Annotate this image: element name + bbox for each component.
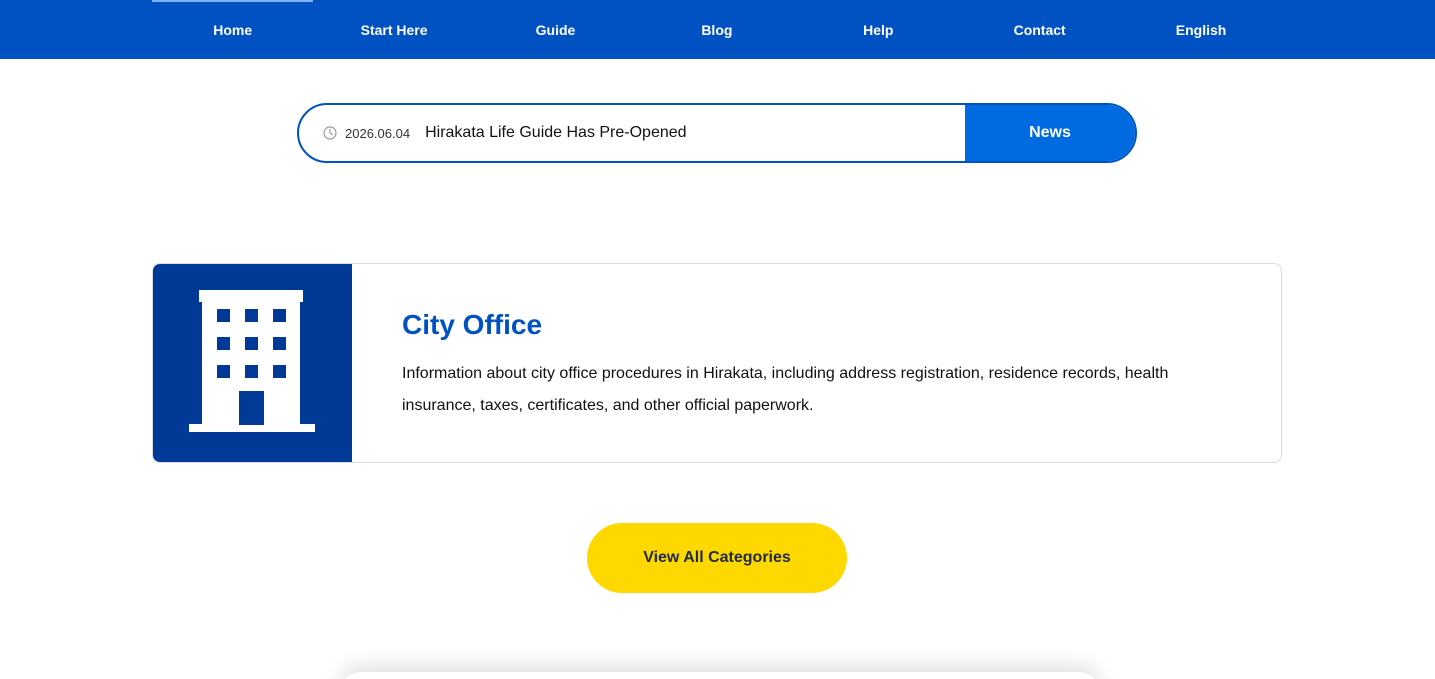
clock-icon bbox=[323, 126, 337, 140]
news-ticker: 2026.06.04 Hirakata Life Guide Has Pre-O… bbox=[297, 103, 1137, 163]
category-description: Information about city office procedures… bbox=[402, 365, 1169, 414]
category-card-body: City Office Information about city offic… bbox=[352, 264, 1281, 462]
nav-item-start-here[interactable]: Start Here bbox=[313, 0, 474, 59]
nav-list: Home Start Here Guide Blog Help Contact … bbox=[152, 0, 1282, 59]
news-button[interactable]: News bbox=[965, 105, 1135, 161]
nav-item-home[interactable]: Home bbox=[152, 0, 313, 59]
nav-item-contact[interactable]: Contact bbox=[959, 0, 1120, 59]
news-item[interactable]: 2026.06.04 Hirakata Life Guide Has Pre-O… bbox=[299, 105, 965, 161]
page: Home Start Here Guide Blog Help Contact … bbox=[0, 0, 1435, 679]
nav-item-blog[interactable]: Blog bbox=[636, 0, 797, 59]
top-navigation: Home Start Here Guide Blog Help Contact … bbox=[0, 0, 1435, 59]
category-title: City Office bbox=[402, 309, 543, 340]
news-date: 2026.06.04 bbox=[345, 125, 411, 141]
nav-item-help[interactable]: Help bbox=[798, 0, 959, 59]
view-all-categories-button[interactable]: View All Categories bbox=[587, 523, 847, 593]
nav-item-language[interactable]: English bbox=[1120, 0, 1281, 59]
news-title-link[interactable]: Hirakata Life Guide Has Pre-Opened bbox=[425, 124, 686, 142]
category-card-city-office[interactable]: City Office Information about city offic… bbox=[152, 263, 1282, 463]
nav-item-guide[interactable]: Guide bbox=[475, 0, 636, 59]
category-icon-box bbox=[153, 264, 352, 462]
building-icon bbox=[189, 289, 315, 437]
next-section-card bbox=[340, 672, 1100, 679]
